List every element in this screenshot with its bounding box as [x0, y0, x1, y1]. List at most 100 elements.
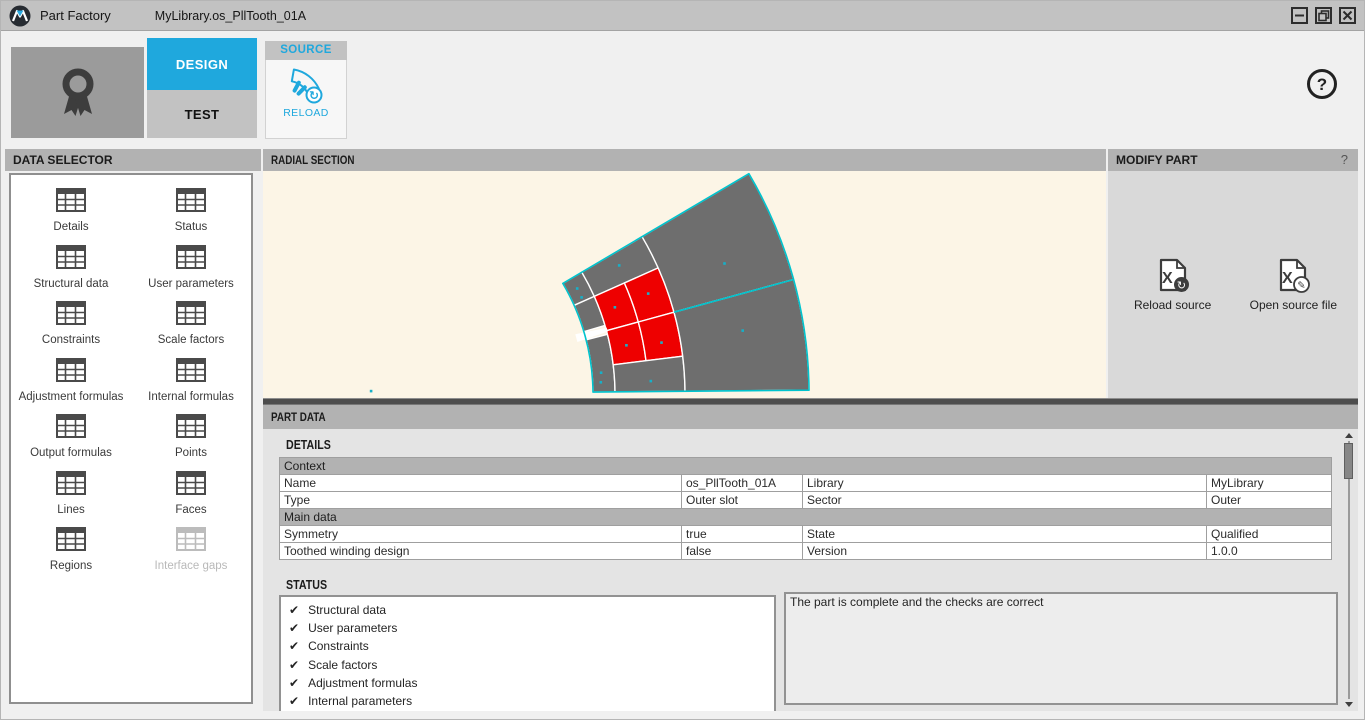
details-section-label: Context	[280, 458, 1332, 475]
reload-button[interactable]: ↻ RELOAD	[265, 60, 347, 139]
details-row: SymmetrytrueStateQualified	[280, 526, 1332, 543]
data-selector-item-label: User parameters	[148, 278, 234, 290]
svg-text:↻: ↻	[1177, 279, 1186, 292]
window-controls	[1291, 7, 1356, 24]
scrollbar-up-button[interactable]	[1345, 433, 1353, 438]
data-selector-item-label: Structural data	[34, 278, 109, 290]
data-selector-item-points[interactable]: Points	[131, 406, 251, 463]
tab-design[interactable]: DESIGN	[147, 38, 257, 90]
data-selector-item-label: Status	[175, 221, 208, 233]
data-selector-item-scale-factors[interactable]: Scale factors	[131, 293, 251, 350]
table-icon	[176, 188, 206, 217]
title-bar: Part Factory MyLibrary.os_PllTooth_01A	[1, 1, 1364, 31]
status-checklist: ✔Structural data✔User parameters✔Constra…	[279, 595, 776, 711]
data-selector-item-label: Adjustment formulas	[19, 391, 124, 403]
minimize-icon	[1294, 10, 1305, 21]
data-selector-item-adjustment-formulas[interactable]: Adjustment formulas	[11, 350, 131, 407]
table-icon	[56, 245, 86, 274]
horizontal-splitter[interactable]	[263, 398, 1358, 405]
data-selector-item-output-formulas[interactable]: Output formulas	[11, 406, 131, 463]
data-selector-item-label: Constraints	[42, 334, 100, 346]
details-value-cell: MyLibrary	[1207, 475, 1332, 492]
source-group-label: SOURCE	[265, 41, 347, 60]
details-value-cell: false	[682, 543, 803, 560]
part-factory-window: Part Factory MyLibrary.os_PllTooth_01A	[0, 0, 1365, 720]
data-selector-item-details[interactable]: Details	[11, 180, 131, 237]
table-icon	[176, 414, 206, 443]
status-check-item: ✔Adjustment formulas	[289, 674, 766, 692]
data-selector-item-label: Points	[175, 447, 207, 459]
details-value-cell: Outer	[1207, 492, 1332, 509]
excel-reload-icon: X ↻	[1155, 258, 1191, 294]
data-selector-item-status[interactable]: Status	[131, 180, 251, 237]
details-value-cell: os_PllTooth_01A	[682, 475, 803, 492]
minimize-button[interactable]	[1291, 7, 1308, 24]
radial-section-title: RADIAL SECTION	[271, 149, 354, 171]
app-title: Part Factory	[40, 8, 111, 23]
details-value-cell: true	[682, 526, 803, 543]
radial-section-drawing[interactable]	[263, 171, 1106, 398]
scrollbar-down-button[interactable]	[1345, 702, 1353, 707]
svg-text:↻: ↻	[309, 89, 319, 103]
details-label-cell: Symmetry	[280, 526, 682, 543]
check-icon: ✔	[289, 603, 299, 617]
document-title: MyLibrary.os_PllTooth_01A	[155, 9, 306, 23]
data-selector-header: DATA SELECTOR	[5, 149, 261, 171]
mode-tabs: DESIGN TEST	[147, 38, 257, 138]
open-source-file-button[interactable]: X ✎ Open source file	[1237, 258, 1349, 312]
part-data-scrollbar[interactable]	[1342, 433, 1356, 707]
svg-text:X: X	[1162, 270, 1173, 287]
modify-part-title: MODIFY PART	[1116, 153, 1198, 167]
tab-test[interactable]: TEST	[147, 90, 257, 138]
restore-button[interactable]	[1315, 7, 1332, 24]
details-row: Nameos_PllTooth_01ALibraryMyLibrary	[280, 475, 1332, 492]
details-label-cell: Library	[803, 475, 1207, 492]
details-value-cell: 1.0.0	[1207, 543, 1332, 560]
source-group: SOURCE ↻ RELOAD	[265, 41, 347, 139]
radial-section-header: RADIAL SECTION	[263, 149, 1106, 171]
open-source-file-label: Open source file	[1250, 298, 1337, 312]
check-icon: ✔	[289, 621, 299, 635]
reload-source-button[interactable]: X ↻ Reload source	[1117, 258, 1229, 312]
modify-part-panel: X ↻ Reload source X ✎ Open source file	[1108, 171, 1358, 398]
scrollbar-track[interactable]	[1348, 441, 1350, 699]
status-check-item: ✔Scale factors	[289, 656, 766, 674]
data-selector-title: DATA SELECTOR	[13, 153, 113, 167]
data-selector-item-regions[interactable]: Regions	[11, 519, 131, 576]
table-icon	[176, 358, 206, 387]
table-icon	[56, 301, 86, 330]
data-selector-item-user-parameters[interactable]: User parameters	[131, 237, 251, 294]
modify-part-header: MODIFY PART ?	[1108, 149, 1358, 171]
qualification-panel[interactable]	[11, 47, 144, 138]
status-message-box: The part is complete and the checks are …	[784, 592, 1338, 705]
table-icon	[56, 414, 86, 443]
details-value-cell: Outer slot	[682, 492, 803, 509]
details-label-cell: Toothed winding design	[280, 543, 682, 560]
table-icon	[176, 471, 206, 500]
restore-icon	[1318, 10, 1330, 22]
table-icon	[56, 188, 86, 217]
data-selector-grid: Details Status Structural data User para…	[9, 173, 253, 704]
data-selector-item-constraints[interactable]: Constraints	[11, 293, 131, 350]
data-selector-item-internal-formulas[interactable]: Internal formulas	[131, 350, 251, 407]
table-icon	[176, 245, 206, 274]
details-label-cell: Type	[280, 492, 682, 509]
data-selector-item-label: Output formulas	[30, 447, 112, 459]
part-data-panel: DETAILS ContextNameos_PllTooth_01ALibrar…	[263, 429, 1358, 711]
check-icon: ✔	[289, 639, 299, 653]
data-selector-item-structural-data[interactable]: Structural data	[11, 237, 131, 294]
scrollbar-thumb[interactable]	[1344, 443, 1353, 479]
data-selector-item-label: Regions	[50, 560, 92, 572]
table-icon	[176, 301, 206, 330]
data-selector-item-faces[interactable]: Faces	[131, 463, 251, 520]
check-icon: ✔	[289, 658, 299, 672]
svg-text:X: X	[1282, 270, 1293, 287]
help-button[interactable]: ?	[1307, 69, 1337, 99]
table-icon	[176, 527, 206, 556]
modify-part-help-icon[interactable]: ?	[1341, 149, 1348, 171]
table-icon	[56, 471, 86, 500]
excel-edit-icon: X ✎	[1275, 258, 1311, 294]
radial-section-canvas[interactable]	[263, 171, 1106, 398]
data-selector-item-lines[interactable]: Lines	[11, 463, 131, 520]
close-button[interactable]	[1339, 7, 1356, 24]
